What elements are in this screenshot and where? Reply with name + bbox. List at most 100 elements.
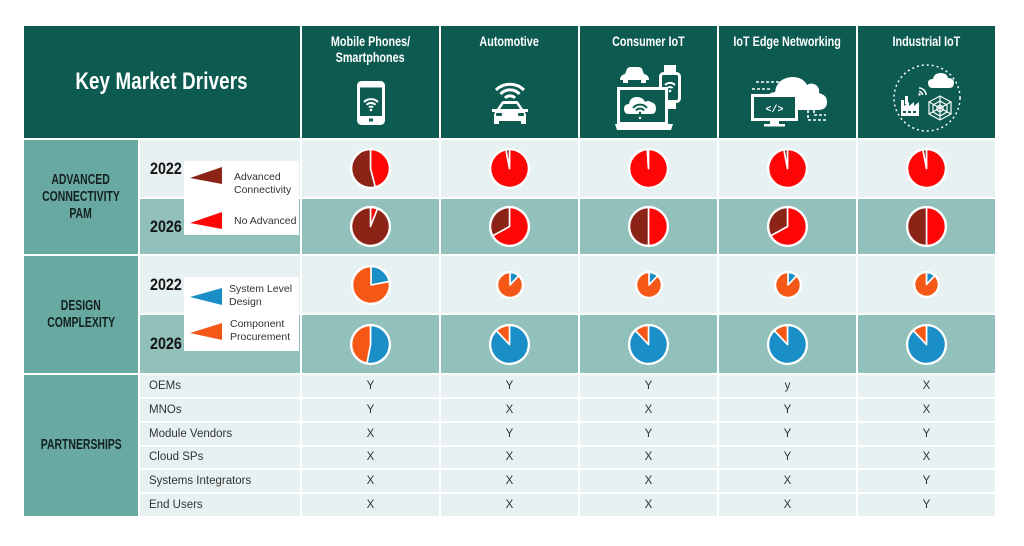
pie-chart (627, 205, 670, 248)
year-label: 2026 (150, 216, 182, 236)
partner-value: X (580, 446, 717, 469)
column-header-industrial-iot: Industrial IoT (858, 26, 995, 138)
column-label: Mobile Phones/ (330, 34, 411, 49)
partner-value: X (302, 422, 439, 445)
column-label: Smartphones (335, 50, 406, 65)
pie-chart (766, 205, 809, 248)
svg-text:</>: </> (765, 104, 783, 116)
section-label-advanced-connectivity: ADVANCED CONNECTIVITY PAM (24, 140, 138, 254)
pie-cell (441, 199, 578, 254)
pie-chart (766, 323, 809, 365)
partner-value: Y (441, 375, 578, 397)
section-label-line: CONNECTIVITY (42, 188, 120, 205)
pie-slice-advanced-connectivity (350, 206, 391, 247)
legend-swatch-advanced-connectivity (190, 167, 222, 184)
partner-value: X (441, 446, 578, 469)
legend-swatch-no-advanced (190, 212, 222, 229)
pie-chart (349, 147, 392, 190)
pie-chart (627, 323, 670, 365)
pie-cell (858, 315, 995, 373)
partner-value: X (719, 494, 856, 516)
legend-label-line: Advanced (234, 171, 281, 183)
market-drivers-table: Key Market Drivers Mobile Phones/ Smartp… (24, 26, 995, 516)
section-label-line: PAM (69, 205, 93, 222)
pie-cell (580, 315, 717, 373)
pie-cell (719, 140, 856, 197)
cloud-computer-icon: </> (750, 77, 827, 127)
column-label: Automotive (479, 34, 540, 49)
partner-value: y (719, 375, 856, 397)
pie-cell (302, 140, 439, 197)
pie-cell (441, 315, 578, 373)
partner-value: Y (719, 446, 856, 469)
column-label: IoT Edge Networking (733, 34, 842, 49)
partner-value: Y (580, 375, 717, 397)
pie-chart (912, 270, 941, 299)
partner-value: X (858, 375, 995, 397)
pie-chart (349, 205, 392, 248)
pie-cell (719, 199, 856, 254)
pie-chart (905, 323, 948, 365)
page-title: Key Market Drivers (75, 68, 249, 95)
pie-chart (488, 147, 531, 190)
partner-value: X (580, 494, 717, 516)
consumer-devices-icon (614, 65, 681, 130)
partner-value: Y (580, 422, 717, 445)
pie-cell (858, 199, 995, 254)
partner-value: X (302, 470, 439, 493)
partner-row-label: Module Vendors (140, 422, 300, 445)
pie-slice-component-procurement (496, 271, 523, 298)
section-label-line: COMPLEXITY (47, 314, 115, 331)
year-label: 2026 (150, 334, 182, 353)
pie-chart (488, 205, 531, 248)
partner-value: Y (719, 398, 856, 421)
pie-cell (858, 140, 995, 197)
pie-chart (773, 270, 802, 299)
industrial-network-icon (892, 64, 961, 132)
legend-design-complexity: System Level Design Component Procuremen… (184, 277, 299, 351)
legend-label-advanced-connectivity: Advanced Connectivity (234, 171, 291, 196)
partner-row-label: Systems Integrators (140, 470, 300, 493)
legend-label-no-advanced: No Advanced (234, 215, 297, 227)
partner-row-label: End Users (140, 494, 300, 516)
pie-chart (766, 147, 809, 190)
column-label: Consumer IoT (612, 34, 685, 49)
pie-slice-advanced-connectivity (628, 206, 650, 247)
partner-row-label: OEMs (140, 375, 300, 397)
partner-value: Y (302, 375, 439, 397)
legend-label-system-level-design: System Level Design (229, 283, 292, 308)
pie-chart (634, 270, 663, 299)
column-header-consumer-iot: Consumer IoT (580, 26, 717, 138)
table-title-cell: Key Market Drivers (24, 26, 300, 138)
pie-cell (302, 199, 439, 254)
legend-swatch-component-procurement (190, 323, 222, 340)
pie-slice-advanced-connectivity (906, 206, 928, 247)
pie-slice-component-procurement (350, 324, 372, 364)
legend-label-component-procurement: Component Procurement (230, 318, 290, 343)
legend-label-line: Design (229, 295, 262, 308)
column-label: Industrial IoT (892, 34, 961, 49)
pie-cell (441, 140, 578, 197)
pie-slice-component-procurement (774, 271, 801, 298)
partner-value: Y (858, 470, 995, 493)
pie-cell (302, 256, 439, 313)
pie-cell (580, 140, 717, 197)
pie-cell (719, 315, 856, 373)
pie-chart (488, 323, 531, 365)
year-label: 2022 (150, 158, 182, 178)
partner-value: X (580, 470, 717, 493)
column-header-iot-edge-networking: IoT Edge Networking </> (719, 26, 856, 138)
column-header-mobile: Mobile Phones/ Smartphones (302, 26, 439, 138)
pie-chart (349, 323, 392, 365)
partner-value: Y (858, 494, 995, 516)
pie-cell (719, 256, 856, 313)
legend-label-line: System Level (229, 283, 293, 295)
pie-slice-component-procurement (913, 271, 940, 298)
pie-chart (905, 205, 948, 248)
section-label-line: ADVANCED (51, 171, 111, 188)
connected-car-icon (491, 82, 528, 124)
legend-advanced-connectivity: Advanced Connectivity No Advanced (184, 161, 299, 235)
pie-slice-no-advanced (925, 206, 947, 247)
legend-swatch-system-level-design (190, 288, 222, 305)
pie-chart (627, 147, 670, 190)
